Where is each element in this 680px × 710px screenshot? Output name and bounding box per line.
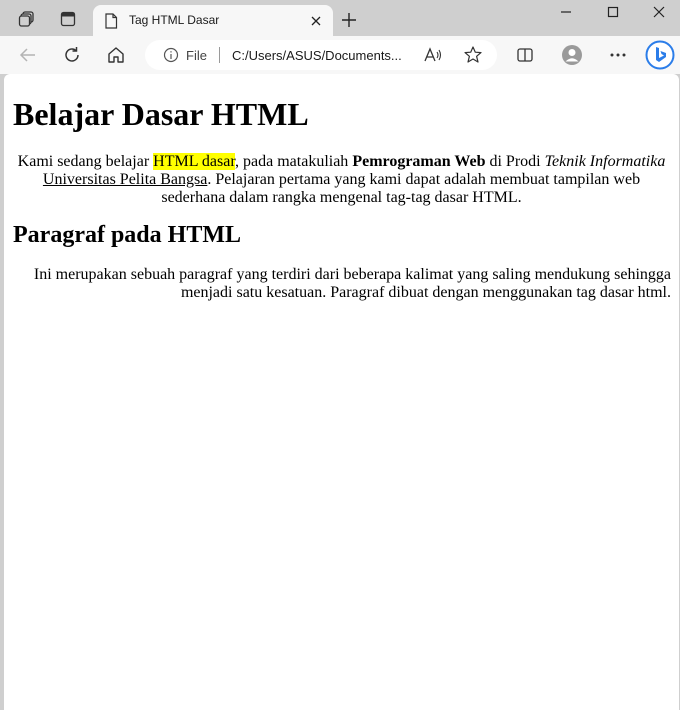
intro-paragraph: Kami sedang belajar HTML dasar, pada mat… — [12, 153, 671, 207]
more-icon[interactable] — [604, 41, 632, 69]
page-viewport[interactable]: Belajar Dasar HTML Kami sedang belajar H… — [4, 74, 679, 710]
split-screen-icon[interactable] — [511, 41, 539, 69]
address-bar[interactable]: File C:/Users/ASUS/Documents... — [145, 40, 497, 70]
read-aloud-icon[interactable] — [423, 46, 443, 64]
highlight-text: HTML dasar — [153, 153, 236, 170]
back-icon[interactable] — [14, 41, 42, 69]
url-text[interactable]: C:/Users/ASUS/Documents... — [232, 48, 402, 63]
intro-text-1: Kami sedang belajar — [17, 153, 154, 170]
profile-icon[interactable] — [558, 41, 586, 69]
section-heading: Paragraf pada HTML — [13, 222, 241, 248]
page-content: Belajar Dasar HTML Kami sedang belajar H… — [4, 95, 679, 302]
workspaces-icon[interactable] — [14, 8, 40, 30]
page-heading: Belajar Dasar HTML — [13, 96, 309, 132]
minimize-icon[interactable] — [543, 0, 589, 24]
tab-strip: Tag HTML Dasar — [0, 0, 680, 36]
maximize-icon[interactable] — [590, 0, 636, 24]
browser-tab[interactable]: Tag HTML Dasar — [93, 5, 333, 36]
bing-copilot-icon[interactable] — [644, 39, 676, 71]
document-icon — [104, 13, 118, 33]
info-icon[interactable] — [163, 47, 179, 67]
window-close-icon[interactable] — [636, 0, 680, 24]
home-icon[interactable] — [102, 41, 130, 69]
close-icon[interactable] — [307, 12, 325, 30]
bold-text: Pemrograman Web — [352, 153, 486, 170]
new-tab-icon[interactable] — [338, 9, 360, 31]
body-paragraph: Ini merupakan sebuah paragraf yang terdi… — [33, 266, 671, 301]
intro-text-3: di Prodi — [485, 153, 545, 170]
browser-toolbar: File C:/Users/ASUS/Documents... — [0, 36, 680, 74]
refresh-icon[interactable] — [58, 41, 86, 69]
scheme-label: File — [186, 48, 207, 63]
address-divider — [219, 47, 220, 63]
tab-title: Tag HTML Dasar — [129, 13, 220, 27]
favorite-star-icon[interactable] — [463, 45, 483, 69]
underline-text: Universitas Pelita Bangsa — [42, 171, 208, 188]
intro-text-2: , pada matakuliah — [235, 153, 353, 170]
tab-actions-icon[interactable] — [55, 8, 81, 30]
intro-text-5: . Pelajaran pertama yang kami dapat adal… — [161, 171, 641, 206]
italic-text: Teknik Informatika — [544, 153, 666, 170]
